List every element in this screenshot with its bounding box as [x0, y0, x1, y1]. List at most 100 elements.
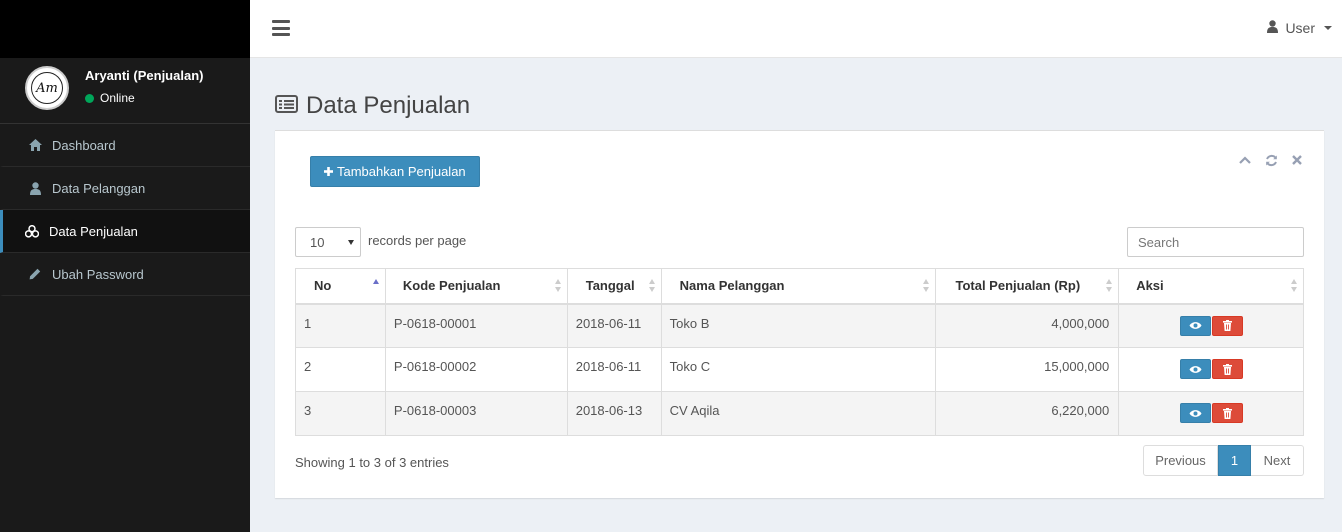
sort-icon: [1291, 279, 1298, 293]
delete-button[interactable]: [1211, 403, 1243, 423]
user-name: Aryanti (Penjualan): [85, 68, 204, 83]
column-header-aksi[interactable]: Aksi: [1118, 268, 1304, 305]
column-header-nama[interactable]: Nama Pelanggan: [660, 268, 937, 305]
eye-icon: [1189, 409, 1202, 417]
page-title-text: Data Penjualan: [306, 92, 471, 119]
sidebar-logo-area: [0, 0, 250, 58]
sidebar-item-label: Ubah Password: [52, 266, 144, 282]
page-title: Data Penjualan: [275, 92, 470, 120]
pagination: Previous 1 Next: [1143, 445, 1304, 476]
avatar-logo: Am: [31, 72, 63, 104]
cell-aksi: [1118, 391, 1304, 436]
cell-nama: CV Aqila: [660, 391, 937, 436]
sidebar-item-data-penjualan[interactable]: Data Penjualan: [0, 210, 250, 253]
home-icon: [28, 138, 42, 152]
records-per-page-label: records per page: [368, 233, 467, 248]
cell-nama: Toko C: [660, 347, 937, 392]
column-header-kode[interactable]: Kode Penjualan: [384, 268, 568, 305]
trash-icon: [1222, 320, 1232, 331]
cell-total: 4,000,000: [935, 303, 1120, 348]
column-header-total[interactable]: Total Penjualan (Rp): [935, 268, 1120, 305]
refresh-icon[interactable]: [1264, 153, 1278, 167]
column-header-label: Nama Pelanggan: [679, 278, 785, 294]
records-per-page-value: 10: [310, 234, 325, 250]
cell-kode: P-0618-00002: [384, 347, 568, 392]
sort-icon: [1106, 279, 1113, 293]
select-arrow-icon: [348, 240, 354, 245]
penjualan-table: No Kode Penjualan Tanggal Nama Pelanggan…: [295, 268, 1304, 436]
user-dropdown[interactable]: User: [1267, 20, 1332, 36]
pagination-page-current[interactable]: 1: [1218, 445, 1251, 476]
sidebar-item-ubah-password[interactable]: Ubah Password: [0, 253, 250, 296]
cell-no: 3: [295, 391, 386, 436]
sort-icon: [923, 279, 930, 293]
table-header-row: No Kode Penjualan Tanggal Nama Pelanggan…: [295, 268, 1304, 305]
cell-no: 1: [295, 303, 386, 348]
add-penjualan-button[interactable]: Tambahkan Penjualan: [310, 156, 480, 187]
cell-kode: P-0618-00001: [384, 303, 568, 348]
column-header-label: Total Penjualan (Rp): [955, 278, 1081, 294]
column-header-no[interactable]: No: [295, 268, 386, 305]
caret-down-icon: [1324, 26, 1332, 30]
add-penjualan-label: Tambahkan Penjualan: [337, 164, 466, 179]
view-button[interactable]: [1179, 403, 1211, 423]
plus-icon: [324, 164, 333, 179]
cell-kode: P-0618-00003: [384, 391, 568, 436]
delete-button[interactable]: [1211, 315, 1243, 336]
online-dot-icon: [85, 93, 94, 103]
search-input[interactable]: [1127, 227, 1304, 257]
cell-no: 2: [295, 347, 386, 392]
list-alt-icon: [275, 92, 298, 120]
column-header-label: No: [314, 278, 332, 294]
trash-icon: [1222, 407, 1232, 419]
top-navbar: User: [250, 0, 1342, 58]
cell-total: 15,000,000: [935, 347, 1120, 392]
pagination-next[interactable]: Next: [1251, 445, 1304, 476]
user-icon: [1267, 20, 1279, 36]
cell-total: 6,220,000: [935, 391, 1120, 436]
trash-icon: [1222, 363, 1232, 375]
user-icon: [28, 181, 42, 195]
sidebar-item-label: Dashboard: [52, 137, 116, 153]
collapse-chevron-up-icon[interactable]: [1238, 153, 1252, 167]
eye-icon: [1189, 365, 1202, 373]
sidebar-item-data-pelanggan[interactable]: Data Pelanggan: [0, 167, 250, 210]
table-row: 2 P-0618-00002 2018-06-11 Toko C 15,000,…: [295, 347, 1304, 392]
user-status: Online: [85, 91, 135, 105]
user-status-label: Online: [100, 91, 135, 105]
menu-toggle-icon[interactable]: [272, 20, 290, 36]
sidebar-item-label: Data Penjualan: [49, 223, 138, 239]
column-header-label: Kode Penjualan: [402, 278, 501, 294]
box-tools: [1238, 153, 1304, 167]
sort-asc-icon: [372, 279, 380, 293]
column-header-label: Tanggal: [585, 278, 635, 294]
column-header-tanggal[interactable]: Tanggal: [566, 268, 662, 305]
cell-tanggal: 2018-06-11: [566, 347, 662, 392]
delete-button[interactable]: [1211, 359, 1243, 379]
user-dropdown-label: User: [1285, 20, 1315, 36]
cell-aksi: [1118, 303, 1304, 348]
user-panel: Am Aryanti (Penjualan) Online: [0, 58, 250, 124]
sidebar: Am Aryanti (Penjualan) Online Dashboard …: [0, 0, 250, 532]
content-box: Tambahkan Penjualan 10 records per page …: [275, 130, 1324, 498]
cell-nama: Toko B: [660, 303, 937, 348]
cell-tanggal: 2018-06-13: [566, 391, 662, 436]
table-info: Showing 1 to 3 of 3 entries: [295, 455, 449, 470]
cell-tanggal: 2018-06-11: [566, 303, 662, 348]
column-header-label: Aksi: [1136, 278, 1164, 294]
view-button[interactable]: [1179, 359, 1211, 379]
view-button[interactable]: [1179, 315, 1211, 336]
table-row: 1 P-0618-00001 2018-06-11 Toko B 4,000,0…: [295, 303, 1304, 348]
records-per-page-select[interactable]: 10: [295, 227, 361, 257]
pagination-previous[interactable]: Previous: [1143, 445, 1218, 476]
table-row: 3 P-0618-00003 2018-06-13 CV Aqila 6,220…: [295, 391, 1304, 436]
pencil-icon: [28, 267, 42, 281]
sort-icon: [554, 279, 562, 293]
sidebar-item-dashboard[interactable]: Dashboard: [0, 124, 250, 167]
cell-aksi: [1118, 347, 1304, 392]
close-icon[interactable]: [1290, 153, 1304, 167]
eye-icon: [1189, 322, 1202, 329]
avatar: Am: [25, 66, 69, 110]
sort-icon: [648, 279, 656, 293]
sidebar-item-label: Data Pelanggan: [52, 180, 146, 196]
